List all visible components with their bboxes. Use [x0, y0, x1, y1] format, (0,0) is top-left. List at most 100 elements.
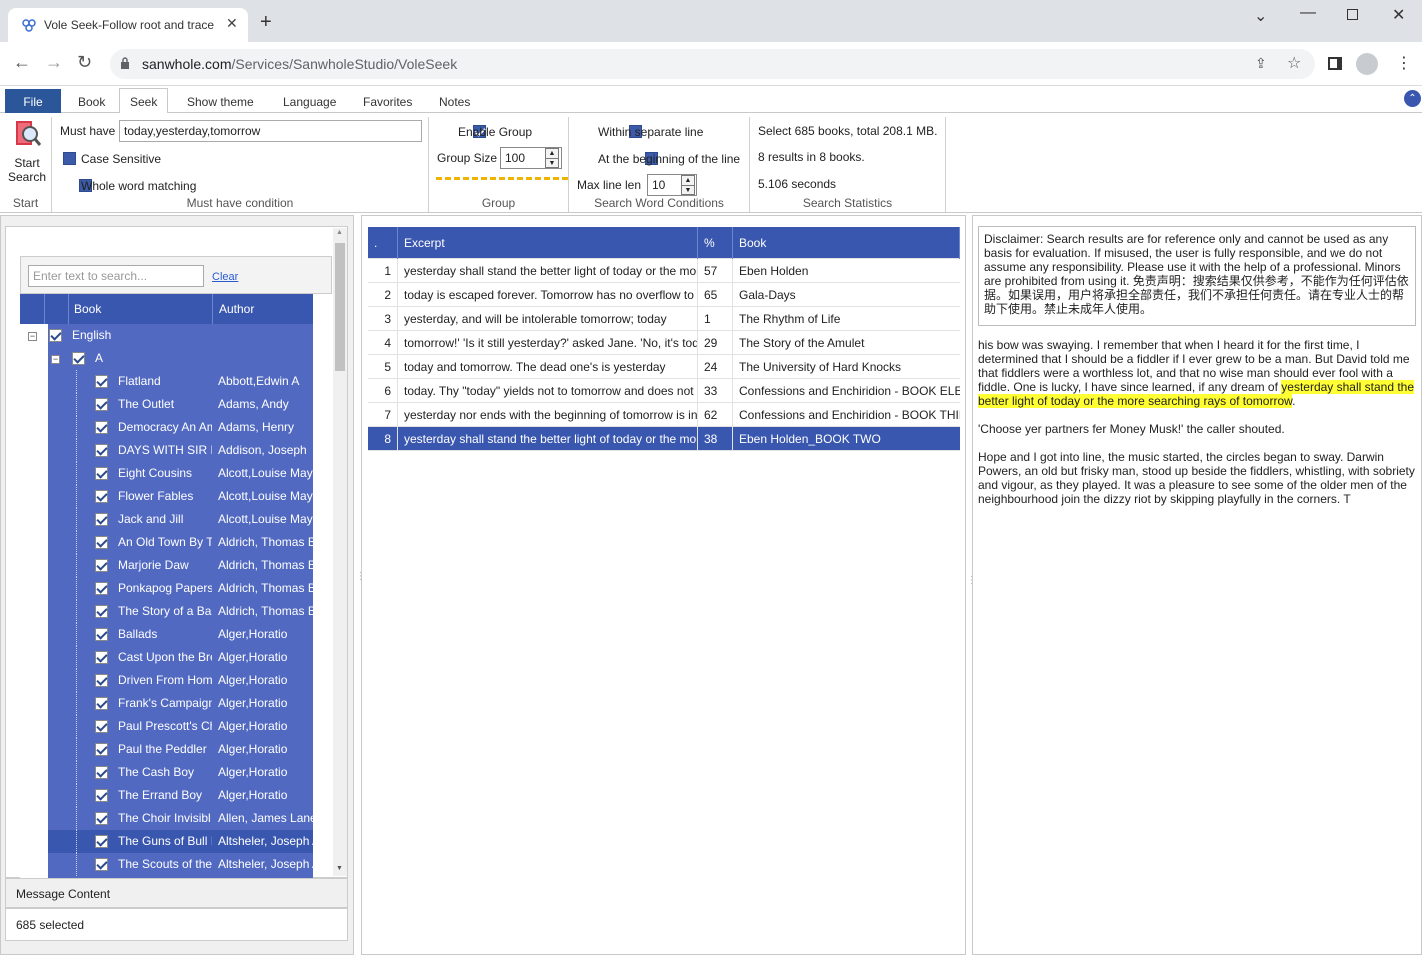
results-row[interactable]: 2 today is escaped forever. Tomorrow has …: [368, 283, 960, 307]
results-row[interactable]: 7 yesterday nor ends with the beginning o…: [368, 403, 960, 427]
tree-col-book[interactable]: Book: [74, 294, 101, 324]
tree-search-input[interactable]: Enter text to search...: [28, 265, 204, 287]
tree-checkbox[interactable]: [95, 789, 108, 802]
tab-file[interactable]: File: [5, 89, 61, 114]
tab-search-chevron-icon[interactable]: ⌄: [1254, 6, 1267, 26]
results-row[interactable]: 5 today and tomorrow. The dead one's is y…: [368, 355, 960, 379]
tree-checkbox[interactable]: [95, 375, 108, 388]
results-col-percent[interactable]: %: [698, 227, 733, 259]
tree-book-row[interactable]: Marjorie Daw Aldrich, Thomas B: [20, 554, 313, 577]
tab-book[interactable]: Book: [68, 89, 115, 114]
results-col-excerpt[interactable]: Excerpt: [398, 227, 698, 259]
tab-close-icon[interactable]: ✕: [226, 15, 238, 32]
tree-book-row[interactable]: An Old Town By T Aldrich, Thomas B: [20, 531, 313, 554]
profile-avatar-icon[interactable]: [1356, 53, 1378, 75]
tree-book-row[interactable]: Flower Fables Alcott,Louise May: [20, 485, 313, 508]
results-row[interactable]: 4 tomorrow!' 'Is it still yesterday?' ask…: [368, 331, 960, 355]
tree-checkbox[interactable]: [95, 444, 108, 457]
tree-checkbox[interactable]: [95, 421, 108, 434]
maximize-icon[interactable]: [1347, 9, 1358, 20]
tree-checkbox[interactable]: [95, 559, 108, 572]
tab-seek[interactable]: Seek: [119, 88, 169, 114]
tree-book-row[interactable]: Driven From Hom Alger,Horatio: [20, 669, 313, 692]
spin-up-icon[interactable]: ▲: [682, 176, 694, 186]
more-menu-icon[interactable]: ⋮: [1396, 53, 1412, 73]
results-row[interactable]: 3 yesterday, and will be intolerable tomo…: [368, 307, 960, 331]
tree-checkbox[interactable]: [95, 490, 108, 503]
tree-node-a[interactable]: A: [20, 347, 313, 370]
tree-checkbox[interactable]: [95, 812, 108, 825]
omnibox[interactable]: sanwhole.com/Services/SanwholeStudio/Vol…: [110, 49, 1315, 79]
tree-book-row[interactable]: The Scouts of the Altsheler, Joseph A: [20, 853, 313, 876]
results-row[interactable]: 6 today. Thy "today" yields not to tomorr…: [368, 379, 960, 403]
reload-icon[interactable]: ↻: [77, 52, 92, 73]
new-tab-icon[interactable]: +: [260, 12, 272, 32]
tree-col-author[interactable]: Author: [219, 294, 254, 324]
spin-down-icon[interactable]: ▼: [546, 159, 558, 168]
tab-notes[interactable]: Notes: [429, 89, 480, 114]
tree-book-row[interactable]: Frank's Campaign Alger,Horatio: [20, 692, 313, 715]
tab-favorites[interactable]: Favorites: [353, 89, 422, 114]
tree-book-row[interactable]: Jack and Jill Alcott,Louise May: [20, 508, 313, 531]
tree-scrollbar-thumb[interactable]: [335, 243, 345, 371]
tree-checkbox[interactable]: [72, 352, 85, 365]
splitter-grip-left[interactable]: ⋮: [356, 572, 366, 582]
tree-checkbox[interactable]: [95, 766, 108, 779]
max-line-len-spinner[interactable]: ▲ ▼: [681, 175, 695, 195]
bookmark-star-icon[interactable]: ☆: [1287, 53, 1301, 73]
tree-node-english[interactable]: English: [20, 324, 313, 347]
results-row[interactable]: 8 yesterday shall stand the better light …: [368, 427, 960, 451]
tree-checkbox[interactable]: [95, 697, 108, 710]
tree-book-row[interactable]: The Errand Boy Alger,Horatio: [20, 784, 313, 807]
clear-link[interactable]: Clear: [212, 271, 238, 283]
tree-book-row[interactable]: The Cash Boy Alger,Horatio: [20, 761, 313, 784]
spin-down-icon[interactable]: ▼: [682, 186, 694, 195]
tree-checkbox[interactable]: [95, 536, 108, 549]
tree-book-row[interactable]: Eight Cousins Alcott,Louise May: [20, 462, 313, 485]
tree-checkbox[interactable]: [95, 628, 108, 641]
tree-checkbox[interactable]: [95, 835, 108, 848]
tree-checkbox[interactable]: [95, 605, 108, 618]
side-panel-icon[interactable]: [1328, 57, 1342, 70]
must-have-input[interactable]: today,yesterday,tomorrow: [119, 120, 422, 142]
tree-checkbox[interactable]: [95, 467, 108, 480]
collapse-ribbon-icon[interactable]: ⌃: [1404, 90, 1421, 107]
tree-book-row[interactable]: Paul the Peddler Alger,Horatio: [20, 738, 313, 761]
collapse-english-icon[interactable]: −: [28, 332, 37, 341]
results-col-index[interactable]: .: [368, 227, 398, 259]
tree-checkbox[interactable]: [95, 858, 108, 871]
tree-book-row[interactable]: The Choir Invisibl Allen, James Lane: [20, 807, 313, 830]
tree-book-row[interactable]: Cast Upon the Bre Alger,Horatio: [20, 646, 313, 669]
tree-checkbox[interactable]: [95, 582, 108, 595]
scroll-up-icon[interactable]: ▲: [336, 229, 343, 236]
tree-checkbox[interactable]: [95, 720, 108, 733]
results-col-book[interactable]: Book: [733, 227, 960, 259]
forward-icon[interactable]: →: [45, 52, 63, 73]
tree-book-row[interactable]: DAYS WITH SIR R Addison, Joseph: [20, 439, 313, 462]
tree-checkbox[interactable]: [95, 674, 108, 687]
spin-up-icon[interactable]: ▲: [546, 149, 558, 159]
share-icon[interactable]: ⇪: [1255, 55, 1267, 72]
tree-book-row[interactable]: Ballads Alger,Horatio: [20, 623, 313, 646]
group-size-spinner[interactable]: ▲ ▼: [545, 148, 559, 168]
start-search-button[interactable]: Start Search: [5, 118, 49, 186]
tree-checkbox[interactable]: [49, 329, 62, 342]
case-sensitive-checkbox[interactable]: [63, 152, 76, 166]
minimize-icon[interactable]: —: [1300, 4, 1316, 22]
tree-book-row[interactable]: The Guns of Bull I Altsheler, Joseph A: [20, 830, 313, 853]
tree-checkbox[interactable]: [95, 513, 108, 526]
tree-checkbox[interactable]: [95, 743, 108, 756]
results-row[interactable]: 1 yesterday shall stand the better light …: [368, 259, 960, 283]
tree-checkbox[interactable]: [95, 651, 108, 664]
tree-book-row[interactable]: Ponkapog Papers Aldrich, Thomas B: [20, 577, 313, 600]
tab-show-theme[interactable]: Show theme: [177, 89, 264, 114]
browser-tab[interactable]: Vole Seek-Follow root and trace ✕: [8, 8, 248, 42]
tree-book-row[interactable]: Democracy An Am Adams, Henry: [20, 416, 313, 439]
tree-book-row[interactable]: Flatland Abbott,Edwin A: [20, 370, 313, 393]
tree-book-row[interactable]: Paul Prescott's Ch Alger,Horatio: [20, 715, 313, 738]
tab-language[interactable]: Language: [273, 89, 346, 114]
close-window-icon[interactable]: ✕: [1392, 5, 1405, 25]
tree-checkbox[interactable]: [95, 398, 108, 411]
tree-book-row[interactable]: The Story of a Ba Aldrich, Thomas B: [20, 600, 313, 623]
scroll-down-icon[interactable]: ▼: [336, 865, 343, 872]
